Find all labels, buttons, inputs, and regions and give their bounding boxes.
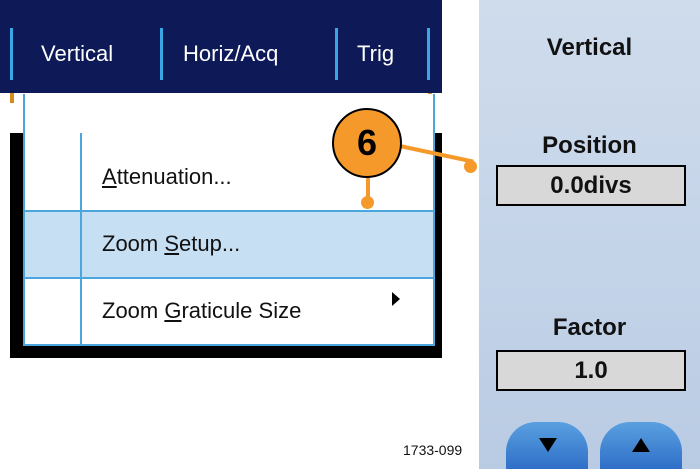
menu-item-zoom-graticule-size[interactable]: Zoom Graticule Size: [102, 298, 301, 324]
tab-separator: [160, 28, 163, 80]
menu-edge-marker: [10, 93, 14, 103]
tab-separator: [335, 28, 338, 80]
decrement-button[interactable]: [506, 422, 588, 469]
panel-title: Vertical: [546, 34, 633, 61]
callout-pointer-dot: [361, 196, 374, 209]
menu-item-zoom-setup[interactable]: Zoom Setup...: [102, 231, 240, 257]
menu-item-text: Zoom: [102, 298, 165, 323]
figure-id: 1733-099: [403, 442, 463, 458]
callout-pointer-dot: [464, 160, 477, 173]
menu-separator: [23, 210, 435, 212]
up-arrow-icon: [632, 438, 650, 452]
tab-horiz-acq[interactable]: Horiz/Acq: [183, 34, 278, 74]
menu-item-mnemonic: A: [102, 164, 117, 189]
side-panel: [479, 0, 700, 469]
factor-label: Factor: [552, 314, 627, 341]
menu-column-divider: [80, 133, 82, 345]
submenu-arrow-icon: [392, 292, 400, 306]
menu-item-mnemonic: G: [164, 298, 182, 323]
position-label: Position: [542, 132, 637, 159]
menu-item-text: raticule Size: [181, 298, 302, 323]
factor-value-field[interactable]: 1.0: [496, 350, 686, 391]
increment-button[interactable]: [600, 422, 682, 469]
tab-separator: [427, 28, 430, 80]
menu-item-mnemonic: S: [164, 231, 180, 256]
tab-separator: [10, 28, 13, 80]
callout-badge: 6: [332, 108, 402, 178]
menu-item-text: Zoom: [102, 231, 165, 256]
tab-trig[interactable]: Trig: [357, 34, 394, 74]
tab-vertical[interactable]: Vertical: [41, 34, 113, 74]
down-arrow-icon: [539, 438, 557, 452]
menu-item-text: ttenuation...: [116, 164, 232, 189]
menu-separator: [23, 277, 435, 279]
menu-item-attenuation[interactable]: Attenuation...: [102, 164, 232, 190]
position-value-field[interactable]: 0.0divs: [496, 165, 686, 206]
menu-item-text: etup...: [179, 231, 241, 256]
